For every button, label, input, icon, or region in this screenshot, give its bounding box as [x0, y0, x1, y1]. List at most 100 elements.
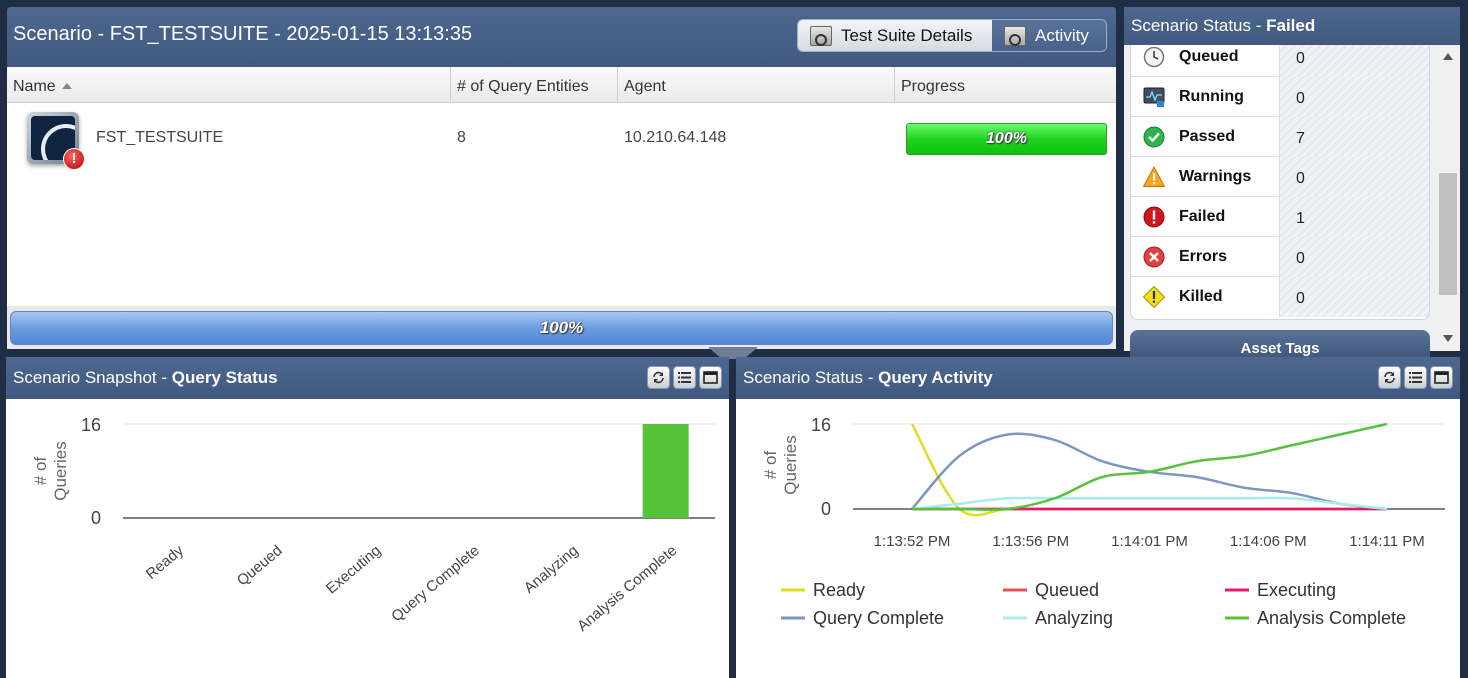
status-row-passed: Passed 7: [1131, 117, 1429, 157]
row-query-entities: 8: [457, 129, 466, 146]
snapshot-panel-title: Scenario Snapshot - Query Status: [13, 368, 278, 387]
snapshot-panel-header: Scenario Snapshot - Query Status: [6, 357, 729, 399]
x-tick-label: Query Complete: [388, 542, 483, 625]
asset-tags-header[interactable]: Asset Tags: [1130, 330, 1430, 360]
magnifier-icon: [810, 25, 832, 46]
scenario-tab-bar: Test Suite Details Activity: [797, 19, 1107, 52]
column-header-progress[interactable]: Progress: [895, 67, 1116, 103]
status-row-errors: Errors 0: [1131, 237, 1429, 277]
column-header-query-entities[interactable]: # of Query Entities: [451, 67, 618, 103]
status-panel-body: Queued 0 Running 0 Passed 7 Warnings 0 F…: [1124, 45, 1436, 360]
x-tick-label: Queued: [234, 542, 286, 589]
activity-panel-title: Scenario Status - Query Activity: [743, 368, 993, 387]
y-axis-label-line: Queries: [51, 441, 70, 501]
x-tick-label: Analyzing: [521, 542, 582, 597]
status-row-killed: Killed 0: [1131, 277, 1429, 317]
overall-progress-label: 100%: [539, 318, 584, 337]
tab-label: Test Suite Details: [841, 25, 973, 45]
list-view-button[interactable]: [1404, 366, 1427, 389]
check-circle-icon: [1143, 126, 1165, 148]
x-tick-label: 1:14:01 PM: [1111, 533, 1188, 550]
y-tick-label: 0: [821, 499, 831, 519]
status-table: Queued 0 Running 0 Passed 7 Warnings 0 F…: [1130, 45, 1430, 320]
tab-label: Activity: [1035, 25, 1089, 45]
status-panel-title: Scenario Status - Failed: [1131, 16, 1316, 35]
row-progress-bar: 100%: [906, 123, 1107, 155]
activity-panel-header: Scenario Status - Query Activity: [736, 357, 1460, 399]
y-axis-label: # ofQueries: [31, 441, 70, 501]
row-agent: 10.210.64.148: [624, 129, 727, 146]
legend-label: Query Complete: [813, 608, 944, 628]
window-icon: [703, 371, 718, 384]
refresh-button[interactable]: [1378, 366, 1401, 389]
tab-test-suite-details[interactable]: Test Suite Details: [798, 20, 992, 51]
status-row-warnings: Warnings 0: [1131, 157, 1429, 197]
row-name: FST_TESTSUITE: [96, 129, 224, 146]
status-row-queued: Queued 0: [1131, 45, 1429, 77]
y-axis-label-line: Queries: [781, 435, 800, 495]
sort-ascending-icon: [61, 83, 72, 89]
activity-chart-area: 16 0 # ofQueries 1:13:52 PM 1:13:56 PM 1:14:0…: [736, 399, 1460, 678]
y-tick-label: 16: [81, 415, 101, 435]
overall-progress-area: 100%: [7, 306, 1116, 349]
warning-triangle-icon: [1143, 166, 1165, 187]
scenario-title: Scenario - FST_TESTSUITE - 2025-01-15 13…: [13, 23, 473, 45]
query-activity-line-chart: 16 0 # ofQueries 1:13:52 PM 1:13:56 PM 1:14:0…: [761, 415, 1445, 628]
exclamation-diamond-icon: [1143, 286, 1165, 308]
scenario-panel-header: Scenario - FST_TESTSUITE - 2025-01-15 13…: [7, 7, 1116, 67]
series-line: [912, 422, 1388, 512]
x-tick-label: Analysis Complete: [574, 542, 680, 635]
maximize-button[interactable]: [699, 366, 722, 389]
bar: [642, 424, 689, 518]
scenario-status-value: Failed: [1266, 16, 1316, 35]
legend-label: Executing: [1257, 580, 1336, 600]
x-tick-label: 1:13:52 PM: [874, 533, 951, 550]
query-status-bar-chart: 16 0 # ofQueries Ready Queued Executing Query …: [31, 415, 715, 635]
tab-activity[interactable]: Activity: [992, 20, 1106, 51]
scroll-thumb[interactable]: [1439, 173, 1457, 295]
legend-label: Queued: [1035, 580, 1099, 600]
scroll-up-arrow-icon[interactable]: [1443, 53, 1453, 60]
x-tick-label: 1:14:06 PM: [1230, 533, 1307, 550]
status-panel-header: Scenario Status - Failed: [1124, 7, 1460, 45]
snapshot-chart-area: 16 0 # ofQueries Ready Queued Executing Query …: [6, 399, 729, 678]
legend-label: Analyzing: [1035, 608, 1113, 628]
monitor-icon: [1143, 87, 1165, 107]
snapshot-toolbar: [647, 366, 722, 389]
y-axis-label: # ofQueries: [761, 435, 800, 495]
table-header: Name # of Query Entities Agent Progress: [7, 67, 1116, 103]
refresh-button[interactable]: [647, 366, 670, 389]
status-panel-scrollbar[interactable]: [1436, 45, 1460, 351]
refresh-icon: [653, 371, 664, 384]
x-tick-label: Ready: [143, 542, 188, 583]
overall-progress-bar: 100%: [10, 311, 1113, 345]
magnifier-icon: [1004, 25, 1026, 46]
list-icon: [678, 372, 691, 383]
x-tick-label: 1:13:56 PM: [992, 533, 1069, 550]
clock-icon: [1143, 46, 1165, 68]
column-header-name[interactable]: Name: [7, 67, 451, 103]
status-row-failed: Failed 1: [1131, 197, 1429, 237]
test-suite-failed-icon: !: [27, 112, 85, 170]
legend-label: Ready: [813, 580, 865, 600]
row-progress-label: 100%: [986, 130, 1027, 147]
y-tick-label: 16: [811, 415, 831, 435]
list-view-button[interactable]: [673, 366, 696, 389]
y-tick-label: 0: [91, 508, 101, 528]
status-row-running: Running 0: [1131, 77, 1429, 117]
exclamation-circle-icon: [1143, 206, 1165, 228]
scroll-down-arrow-icon[interactable]: [1443, 335, 1453, 342]
x-circle-icon: [1143, 246, 1165, 268]
y-axis-label-line: # of: [31, 457, 50, 486]
refresh-icon: [1384, 371, 1395, 384]
window-icon: [1434, 371, 1449, 384]
x-tick-label: Executing: [323, 542, 384, 597]
legend-label: Analysis Complete: [1257, 608, 1406, 628]
list-icon: [1409, 372, 1422, 383]
series-line: [911, 496, 1388, 511]
y-axis-label-line: # of: [761, 451, 780, 480]
maximize-button[interactable]: [1430, 366, 1453, 389]
column-header-agent[interactable]: Agent: [618, 67, 895, 103]
x-tick-label: 1:14:11 PM: [1349, 533, 1425, 550]
activity-toolbar: [1378, 366, 1453, 389]
